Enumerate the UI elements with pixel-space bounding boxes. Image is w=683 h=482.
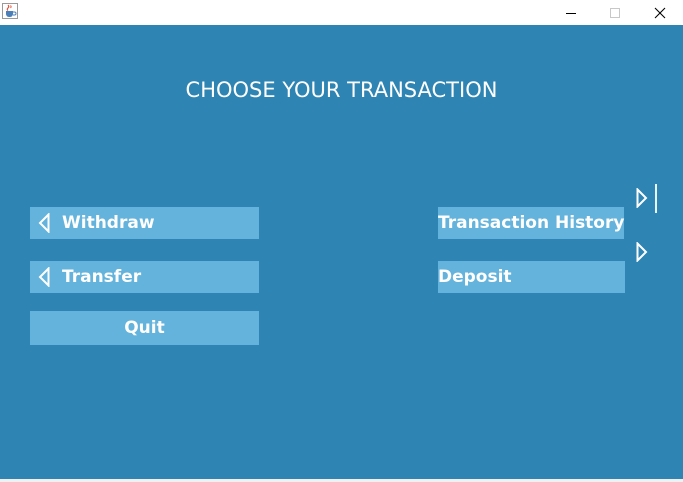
close-icon [654, 7, 666, 19]
arrow-right-icon [636, 241, 648, 266]
quit-button[interactable]: Quit [30, 311, 259, 345]
page-title: CHOOSE YOUR TRANSACTION [185, 78, 498, 102]
java-cup-icon [2, 3, 18, 19]
minimize-button[interactable] [548, 0, 593, 25]
quit-label: Quit [124, 318, 165, 338]
transaction-panel: CHOOSE YOUR TRANSACTION Withdraw Transfe… [0, 25, 683, 479]
minimize-icon [565, 7, 577, 19]
transfer-label: Transfer [62, 267, 142, 287]
maximize-icon [609, 7, 621, 19]
arrow-right-icon [636, 187, 648, 212]
focus-divider [655, 184, 657, 213]
transaction-history-button[interactable]: Transaction History [438, 207, 624, 239]
deposit-button[interactable]: Deposit [438, 261, 625, 293]
withdraw-label: Withdraw [62, 213, 155, 233]
close-button[interactable] [637, 0, 682, 25]
deposit-label: Deposit [438, 267, 512, 287]
transfer-button[interactable]: Transfer [30, 261, 259, 293]
arrow-left-icon [38, 212, 50, 238]
maximize-button[interactable] [592, 0, 637, 25]
arrow-left-icon [38, 266, 50, 292]
title-bar [0, 0, 683, 25]
withdraw-button[interactable]: Withdraw [30, 207, 259, 239]
transaction-history-label: Transaction History [438, 213, 625, 233]
